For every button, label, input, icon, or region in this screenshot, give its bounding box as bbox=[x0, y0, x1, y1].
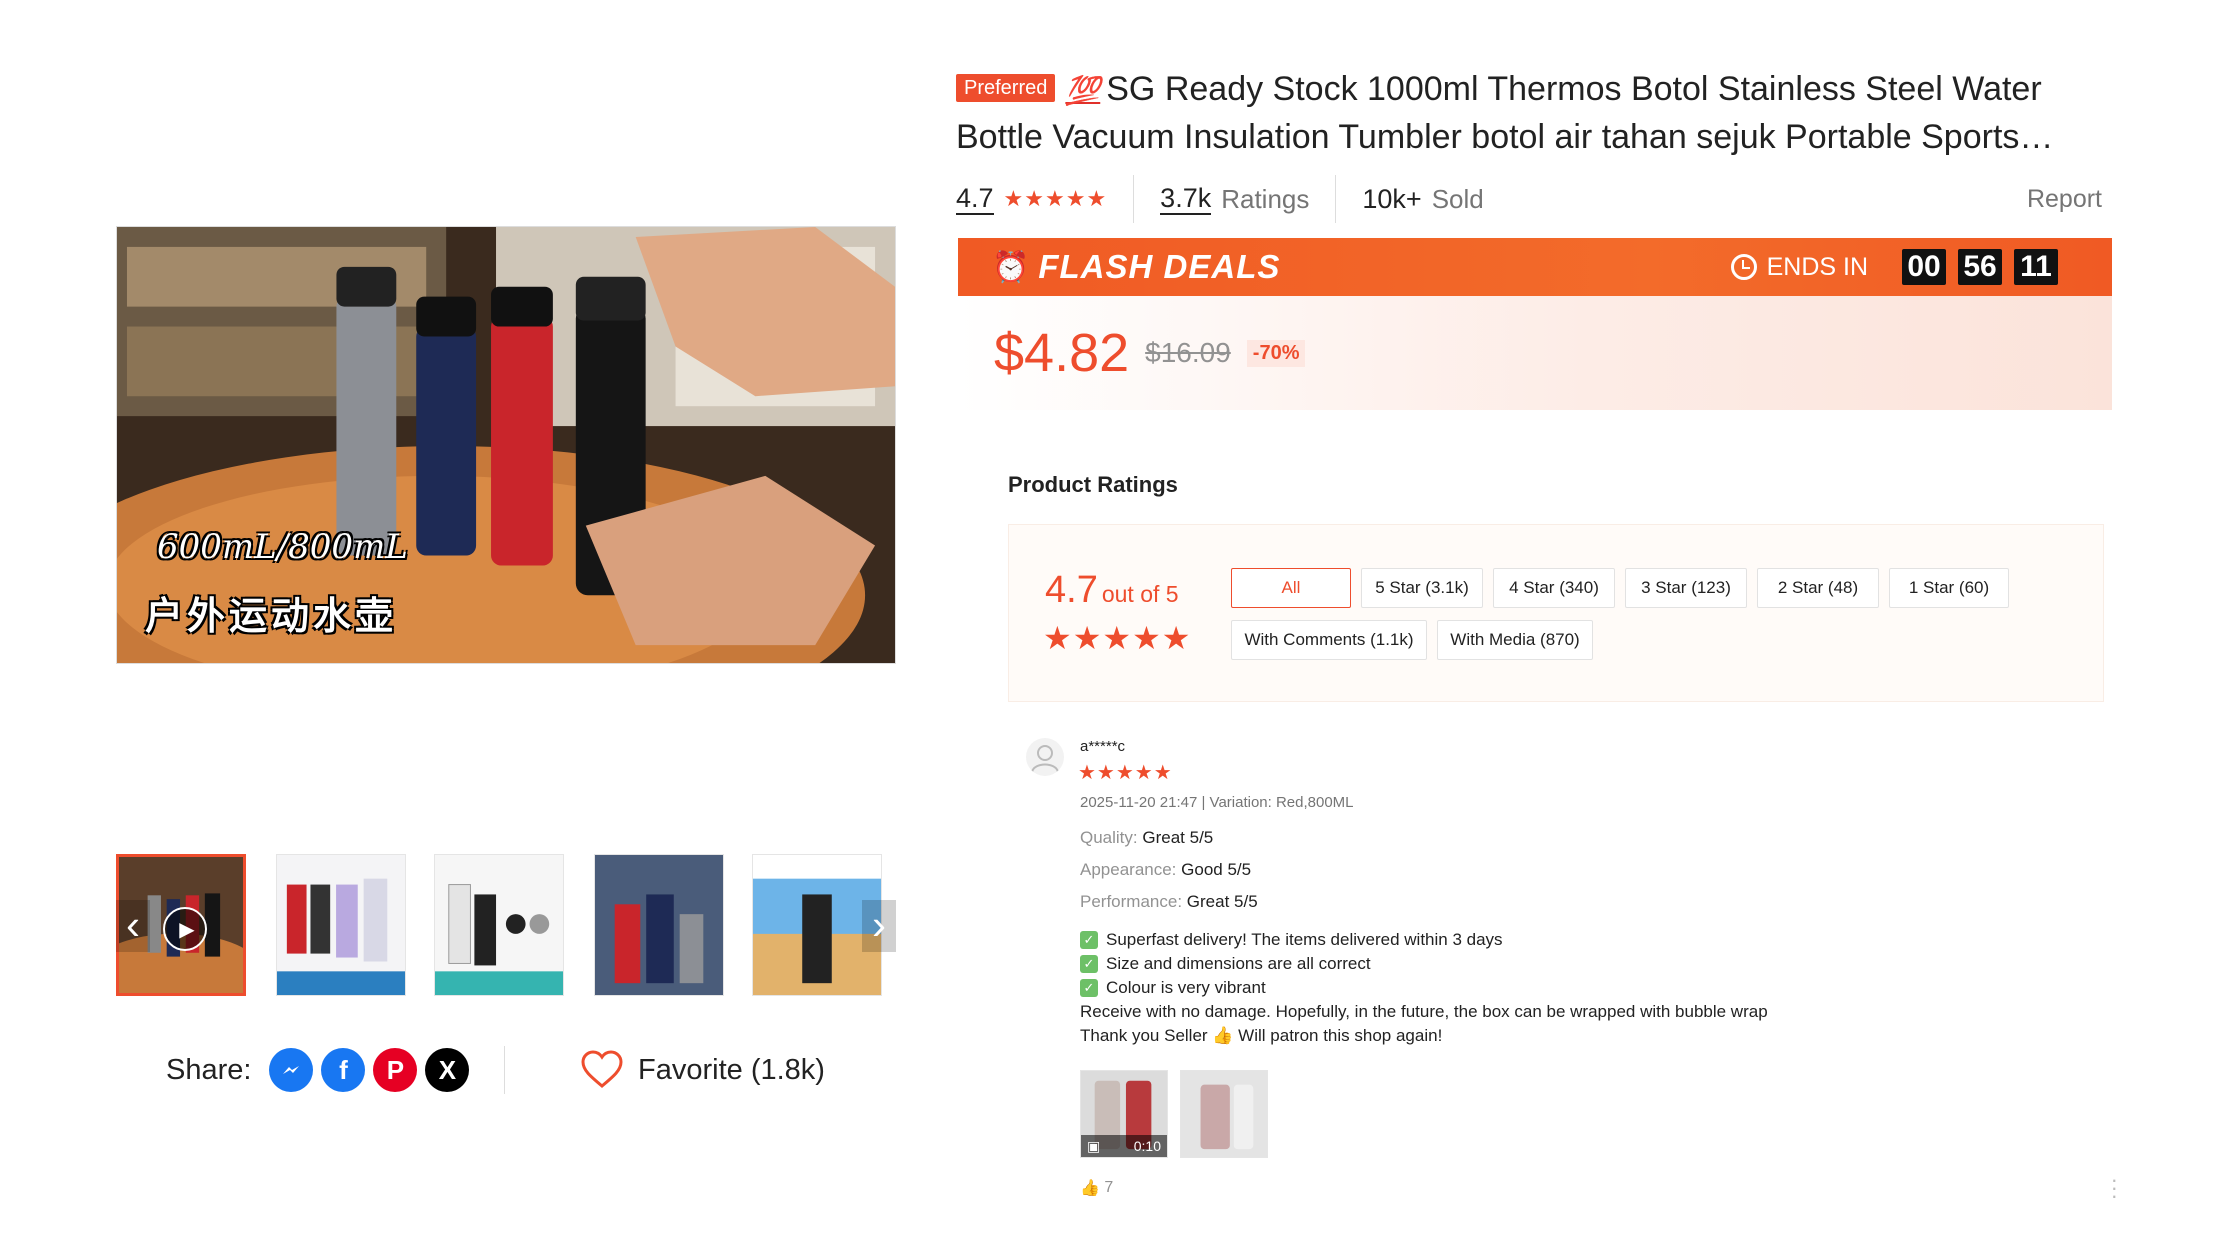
flash-deals-bar: ⏰ FLASH DEALS ENDS IN 00 56 11 bbox=[958, 238, 2112, 296]
discount-badge: -70% bbox=[1246, 339, 1306, 367]
review-attribute-appearance: Appearance: Good 5/5 bbox=[1080, 860, 1252, 879]
facebook-icon[interactable]: f bbox=[321, 1048, 366, 1092]
play-icon: ▶ bbox=[163, 907, 207, 951]
thumbnail-next-button[interactable]: › bbox=[862, 900, 896, 952]
like-button[interactable]: 👍 7 bbox=[1080, 1178, 1113, 1198]
share-divider bbox=[504, 1046, 505, 1094]
product-title: Preferred 💯 SG Ready Stock 1000ml Thermos … bbox=[956, 66, 2086, 160]
ratings-heading: Product Ratings bbox=[1008, 472, 1178, 497]
clock-icon bbox=[1730, 254, 1757, 280]
product-stats: 4.7 ★★★★★ 3.7k Ratings 10k+ Sold Report bbox=[956, 175, 2102, 223]
video-caption-chinese: 户外运动水壶 bbox=[145, 596, 398, 638]
ratings-score-value: 4.7 bbox=[1045, 569, 1098, 611]
price-panel: $4.82 $16.09 -70% bbox=[958, 296, 2112, 410]
ratings-overview: 4.7 out of 5 ★★★★★ All 5 Star (3.1k) 4 St… bbox=[1008, 524, 2104, 702]
preferred-badge: Preferred bbox=[956, 74, 1056, 102]
check-icon: ✓ bbox=[1080, 955, 1098, 973]
flash-deals-label: FLASH DEALS bbox=[1038, 248, 1281, 285]
x-icon[interactable]: X bbox=[425, 1048, 470, 1092]
filter-4-star[interactable]: 4 Star (340) bbox=[1493, 568, 1615, 608]
review-check-line: ✓ Colour is very vibrant bbox=[1080, 978, 1266, 998]
filter-all[interactable]: All bbox=[1231, 568, 1351, 608]
product-title-text: SG Ready Stock 1000ml Thermos Botol Stai… bbox=[956, 70, 2042, 156]
filter-2-star[interactable]: 2 Star (48) bbox=[1757, 568, 1879, 608]
original-price: $16.09 bbox=[1145, 337, 1231, 368]
filter-3-star[interactable]: 3 Star (123) bbox=[1625, 568, 1747, 608]
current-price: $4.82 bbox=[994, 323, 1130, 383]
review-username: a*****c bbox=[1080, 738, 1126, 755]
favorite-button[interactable]: Favorite (1.8k) bbox=[580, 1044, 825, 1096]
review-video[interactable]: ▣ 0:10 bbox=[1080, 1070, 1168, 1158]
alarm-clock-icon: ⏰ bbox=[992, 250, 1031, 284]
review-attribute-quality: Quality: Great 5/5 bbox=[1080, 828, 1214, 847]
review-meta: 2025-11-20 21:47 | Variation: Red,800ML bbox=[1080, 794, 1354, 811]
thumbnail-3[interactable] bbox=[434, 854, 564, 996]
thumbs-up-icon: 👍 bbox=[1080, 1180, 1100, 1197]
sold-label: Sold bbox=[1431, 183, 1484, 214]
ratings-score: 4.7 out of 5 bbox=[1045, 569, 1179, 612]
ratings-count-stat[interactable]: 3.7k Ratings bbox=[1160, 183, 1309, 215]
rating-stat[interactable]: 4.7 ★★★★★ bbox=[956, 183, 1107, 215]
sold-stat: 10k+ Sold bbox=[1362, 184, 1483, 215]
review-photo[interactable] bbox=[1180, 1070, 1268, 1158]
review-text-line: Thank you Seller 👍 Will patron this shop… bbox=[1080, 1026, 1443, 1045]
ratings-stars: ★★★★★ bbox=[1043, 620, 1192, 656]
sold-count: 10k+ bbox=[1362, 184, 1422, 214]
ratings-label: Ratings bbox=[1221, 183, 1310, 214]
thumbnail-prev-button[interactable]: ‹ bbox=[116, 900, 150, 952]
thumbnail-strip: ▶ ‹ › bbox=[116, 854, 896, 996]
video-badge: ▣ 0:10 bbox=[1081, 1135, 1167, 1157]
user-icon bbox=[1031, 745, 1059, 773]
video-caption: 600mL/800mL bbox=[157, 527, 408, 567]
check-icon: ✓ bbox=[1080, 979, 1098, 997]
hundred-icon: 💯 bbox=[1065, 75, 1101, 106]
product-title-block: Preferred 💯 SG Ready Stock 1000ml Thermos … bbox=[956, 66, 2086, 160]
filter-with-media[interactable]: With Media (870) bbox=[1437, 620, 1593, 660]
share-label: Share: bbox=[166, 1053, 252, 1086]
favorite-label: Favorite (1.8k) bbox=[638, 1053, 825, 1086]
review-check-line: ✓ Size and dimensions are all correct bbox=[1080, 954, 1371, 974]
ends-in-label: ENDS IN bbox=[1730, 253, 1868, 282]
filter-5-star[interactable]: 5 Star (3.1k) bbox=[1361, 568, 1483, 608]
share-row: Share: f P X bbox=[166, 1044, 470, 1096]
product-video[interactable]: 600mL/800mL 户外运动水壶 bbox=[116, 226, 896, 664]
review-check-line: ✓ Superfast delivery! The items delivered… bbox=[1080, 930, 1503, 950]
heart-icon bbox=[581, 1050, 623, 1088]
thumbnail-2[interactable] bbox=[276, 854, 406, 996]
filter-1-star[interactable]: 1 Star (60) bbox=[1889, 568, 2009, 608]
rating-stars: ★★★★★ bbox=[1003, 186, 1108, 211]
review-item: a*****c ★★★★★ 2025-11-20 21:47 | Variati… bbox=[1026, 736, 2126, 1216]
stat-divider bbox=[1335, 175, 1337, 223]
rating-value: 4.7 bbox=[956, 183, 994, 215]
review-stars: ★★★★★ bbox=[1078, 762, 1173, 784]
countdown-hours: 00 bbox=[1902, 249, 1946, 285]
filter-with-comments[interactable]: With Comments (1.1k) bbox=[1231, 620, 1427, 660]
avatar[interactable] bbox=[1026, 738, 1064, 776]
like-count: 7 bbox=[1104, 1179, 1114, 1196]
ratings-out-of: out of 5 bbox=[1101, 581, 1179, 607]
more-options-icon[interactable]: · · · bbox=[2111, 1169, 2118, 1207]
countdown-minutes: 56 bbox=[1958, 249, 2002, 285]
check-icon: ✓ bbox=[1080, 931, 1098, 949]
thumbnail-4[interactable] bbox=[594, 854, 724, 996]
flash-deals-logo: ⏰ FLASH DEALS bbox=[992, 248, 1280, 286]
countdown-seconds: 11 bbox=[2014, 249, 2058, 285]
video-duration: 0:10 bbox=[1133, 1138, 1161, 1154]
stat-divider bbox=[1133, 175, 1135, 223]
video-camera-icon: ▣ bbox=[1087, 1137, 1101, 1154]
ratings-count: 3.7k bbox=[1160, 183, 1212, 215]
countdown: ENDS IN 00 56 11 bbox=[1730, 249, 2058, 285]
review-text-line: Receive with no damage. Hopefully, in th… bbox=[1080, 1002, 1768, 1021]
review-attribute-performance: Performance: Great 5/5 bbox=[1080, 892, 1258, 911]
pinterest-icon[interactable]: P bbox=[373, 1048, 418, 1092]
messenger-icon[interactable] bbox=[269, 1048, 314, 1092]
report-link[interactable]: Report bbox=[2027, 185, 2102, 214]
